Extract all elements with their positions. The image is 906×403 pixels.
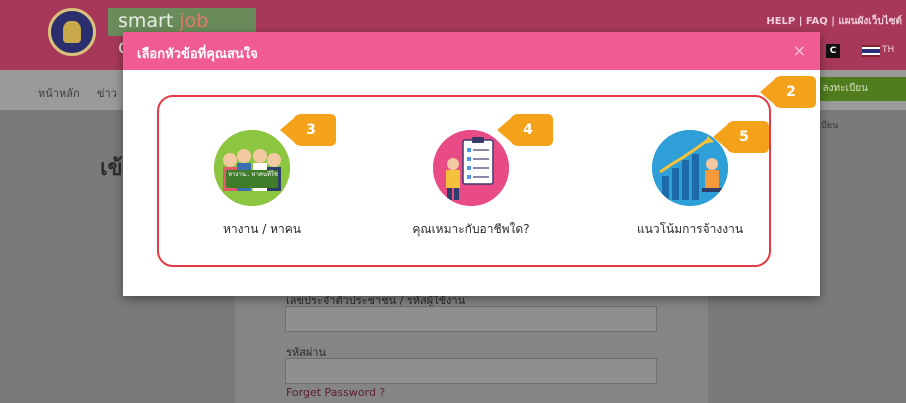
callout-2-number: 2 — [786, 84, 796, 100]
nav-news[interactable]: ข่าว — [97, 84, 117, 102]
forget-password-link[interactable]: Forget Password ? — [286, 386, 385, 399]
job-people-icon: หางาน.. หาคนที่ใช่ — [214, 130, 290, 206]
option-employment-trend-label: แนวโน้มการจ้างงาน — [636, 222, 744, 236]
modal-title: เลือกหัวข้อที่คุณสนใจ — [137, 47, 258, 62]
contrast-button[interactable]: C — [826, 44, 840, 58]
hire-banner-text: หางาน.. หาคนที่ใช่ — [228, 171, 278, 178]
login-title: เข้ — [100, 156, 123, 181]
ministry-logo[interactable] — [48, 8, 96, 56]
option-find-job-label: หางาน / หาคน — [223, 222, 301, 236]
top-links[interactable]: HELP | FAQ | แผนผังเว็บไซต์ — [766, 14, 902, 29]
callout-4: 4 — [497, 114, 553, 146]
modal-header: เลือกหัวข้อที่คุณสนใจ × — [123, 32, 820, 70]
brand-word-job: job — [179, 10, 209, 32]
close-icon[interactable]: × — [793, 41, 806, 60]
callout-4-number: 4 — [523, 122, 533, 138]
thai-flag-icon[interactable] — [862, 45, 880, 57]
callout-3-number: 3 — [306, 122, 316, 138]
callout-2: 2 — [760, 76, 816, 108]
callout-3: 3 — [280, 114, 336, 146]
callout-5: 5 — [713, 121, 769, 153]
option-career-quiz[interactable]: คุณเหมาะกับอาชีพใด? — [371, 130, 571, 240]
language-select[interactable]: TH — [882, 45, 894, 55]
password-field[interactable] — [285, 358, 657, 384]
side-note: เบียน — [818, 121, 839, 131]
option-find-job[interactable]: หางาน.. หาคนที่ใช่ หางาน / หาคน — [162, 130, 362, 240]
callout-5-number: 5 — [739, 129, 749, 145]
nav-home[interactable]: หน้าหลัก — [38, 84, 80, 102]
register-button[interactable]: / ลงทะเบียน — [808, 77, 906, 101]
option-career-quiz-label: คุณเหมาะกับอาชีพใด? — [412, 222, 530, 236]
brand-word-smart: smart — [118, 10, 174, 32]
id-field[interactable] — [285, 306, 657, 332]
